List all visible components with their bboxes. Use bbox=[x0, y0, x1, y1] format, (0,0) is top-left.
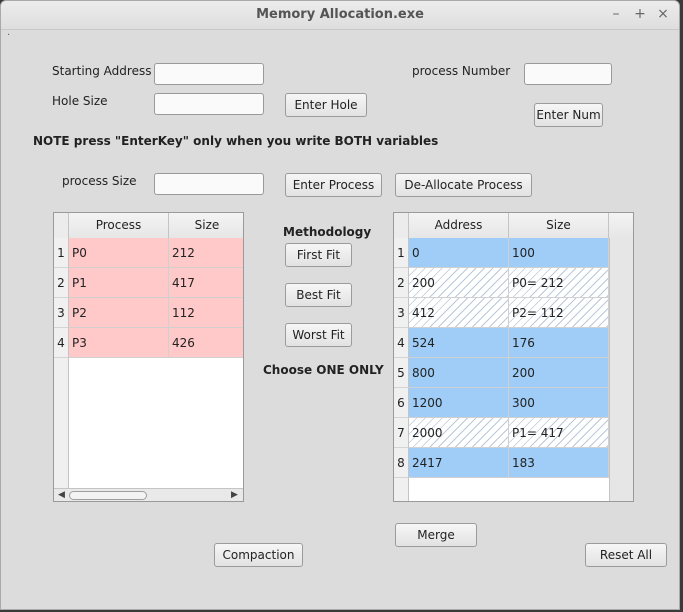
enter-num-button[interactable]: Enter Num bbox=[534, 103, 603, 127]
first-fit-button[interactable]: First Fit bbox=[285, 243, 352, 267]
row-number: 8 bbox=[394, 448, 409, 478]
enter-hole-button[interactable]: Enter Hole bbox=[285, 93, 367, 117]
maximize-icon[interactable]: + bbox=[631, 5, 649, 23]
process-size-label: process Size bbox=[62, 174, 137, 188]
row-number: 3 bbox=[394, 298, 409, 328]
menu-indicator: . bbox=[7, 27, 11, 38]
scroll-left-icon[interactable]: ◀ bbox=[58, 489, 65, 501]
corner-cell bbox=[54, 213, 69, 238]
scroll-right-icon[interactable]: ▶ bbox=[231, 489, 238, 501]
process-size-cell[interactable]: 212 bbox=[169, 238, 243, 268]
process-name-cell[interactable]: P1 bbox=[69, 268, 169, 298]
compaction-button[interactable]: Compaction bbox=[214, 543, 303, 567]
process-name-cell[interactable]: P3 bbox=[69, 328, 169, 358]
memory-size-cell[interactable]: 300 bbox=[509, 388, 609, 418]
process-size-input[interactable] bbox=[154, 173, 264, 195]
row-number: 3 bbox=[54, 298, 69, 328]
process-number-label: process Number bbox=[412, 64, 511, 78]
memory-address-cell[interactable]: 2000 bbox=[409, 418, 509, 448]
row-number: 7 bbox=[394, 418, 409, 448]
memory-size-cell[interactable]: P0= 212 bbox=[509, 268, 609, 298]
address-column-header[interactable]: Address bbox=[409, 213, 509, 238]
memory-table-header: Address Size bbox=[394, 213, 633, 239]
size-column-header[interactable]: Size bbox=[509, 213, 609, 238]
starting-address-input[interactable] bbox=[154, 63, 264, 85]
memory-size-cell[interactable]: 100 bbox=[509, 238, 609, 268]
methodology-title: Methodology bbox=[283, 225, 372, 239]
memory-size-cell[interactable]: P2= 112 bbox=[509, 298, 609, 328]
size-column-header[interactable]: Size bbox=[169, 213, 243, 238]
memory-address-cell[interactable]: 524 bbox=[409, 328, 509, 358]
memory-size-cell[interactable]: P1= 417 bbox=[509, 418, 609, 448]
row-number: 4 bbox=[394, 328, 409, 358]
reset-all-button[interactable]: Reset All bbox=[585, 543, 667, 567]
row-number: 2 bbox=[54, 268, 69, 298]
merge-button[interactable]: Merge bbox=[395, 523, 477, 547]
process-size-cell[interactable]: 112 bbox=[169, 298, 243, 328]
memory-address-cell[interactable]: 2417 bbox=[409, 448, 509, 478]
worst-fit-button[interactable]: Worst Fit bbox=[285, 323, 352, 347]
deallocate-process-button[interactable]: De-Allocate Process bbox=[395, 173, 532, 197]
note-text: NOTE press "EnterKey" only when you writ… bbox=[33, 134, 439, 148]
row-number: 6 bbox=[394, 388, 409, 418]
choose-one-note: Choose ONE ONLY bbox=[263, 363, 384, 377]
memory-size-cell[interactable]: 183 bbox=[509, 448, 609, 478]
corner-cell bbox=[394, 213, 409, 238]
memory-table[interactable]: Address Size 1 0 100 2 200 P0= 212 3 412 P2= 112… bbox=[393, 212, 634, 502]
title-bar: Memory Allocation.exe – + × bbox=[1, 1, 679, 30]
window-title: Memory Allocation.exe bbox=[256, 7, 424, 22]
row-number: 5 bbox=[394, 358, 409, 388]
process-size-cell[interactable]: 417 bbox=[169, 268, 243, 298]
row-number: 1 bbox=[54, 238, 69, 268]
process-size-cell[interactable]: 426 bbox=[169, 328, 243, 358]
row-number: 4 bbox=[54, 328, 69, 358]
process-table[interactable]: Process Size ◀ ▶ 1 P0 212 2 P1 417 3 P2 112 4 P3 42… bbox=[53, 212, 244, 502]
minimize-icon[interactable]: – bbox=[607, 5, 625, 23]
memory-table-vscrollbar[interactable] bbox=[609, 238, 633, 501]
app-window: Memory Allocation.exe – + × . Starting A… bbox=[0, 0, 680, 610]
memory-address-cell[interactable]: 412 bbox=[409, 298, 509, 328]
best-fit-button[interactable]: Best Fit bbox=[285, 283, 352, 307]
memory-address-cell[interactable]: 200 bbox=[409, 268, 509, 298]
process-name-cell[interactable]: P0 bbox=[69, 238, 169, 268]
memory-address-cell[interactable]: 1200 bbox=[409, 388, 509, 418]
process-number-input[interactable] bbox=[524, 63, 612, 85]
process-column-header[interactable]: Process bbox=[69, 213, 169, 238]
starting-address-label: Starting Address bbox=[52, 64, 152, 78]
memory-size-cell[interactable]: 200 bbox=[509, 358, 609, 388]
row-number: 1 bbox=[394, 238, 409, 268]
close-icon[interactable]: × bbox=[654, 5, 672, 23]
process-table-header: Process Size bbox=[54, 213, 243, 239]
process-table-hscrollbar[interactable]: ◀ ▶ bbox=[54, 488, 243, 501]
memory-size-cell[interactable]: 176 bbox=[509, 328, 609, 358]
memory-address-cell[interactable]: 0 bbox=[409, 238, 509, 268]
hole-size-label: Hole Size bbox=[52, 94, 108, 108]
hole-size-input[interactable] bbox=[154, 93, 264, 115]
memory-address-cell[interactable]: 800 bbox=[409, 358, 509, 388]
scroll-thumb[interactable] bbox=[69, 491, 147, 500]
process-name-cell[interactable]: P2 bbox=[69, 298, 169, 328]
enter-process-button[interactable]: Enter Process bbox=[285, 173, 382, 197]
row-number: 2 bbox=[394, 268, 409, 298]
